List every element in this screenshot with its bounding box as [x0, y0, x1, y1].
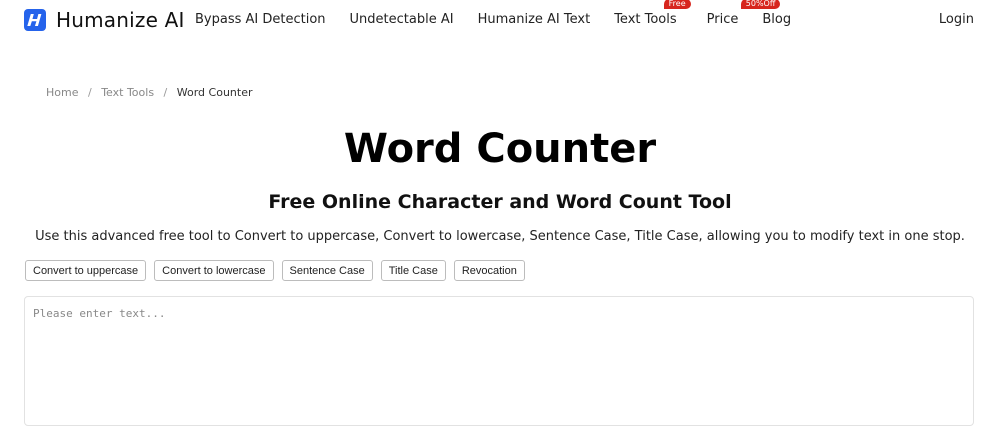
brand-logo[interactable]: Humanize AI [24, 8, 185, 32]
revocation-button[interactable]: Revocation [453, 260, 525, 281]
nav-text-tools[interactable]: Text Tools Free [614, 0, 691, 27]
discount-badge: 50%Off [740, 0, 781, 9]
free-badge: Free [663, 0, 691, 9]
title-case-button[interactable]: Title Case [380, 260, 446, 281]
breadcrumb: Home / Text Tools / Word Counter [46, 86, 253, 99]
convert-uppercase-button[interactable]: Convert to uppercase [25, 260, 147, 281]
nav-label: Undetectable AI [349, 12, 454, 27]
breadcrumb-home[interactable]: Home [46, 86, 78, 99]
nav-label: Blog [762, 12, 792, 27]
nav-blog[interactable]: Blog [762, 12, 791, 27]
nav-label: Text Tools [614, 12, 677, 27]
page-title: Word Counter [343, 126, 657, 172]
brand-name: Humanize AI [56, 8, 185, 32]
nav-undetectable-ai[interactable]: Undetectable AI [350, 12, 454, 27]
breadcrumb-text-tools[interactable]: Text Tools [101, 86, 154, 99]
nav-bypass-ai-detection[interactable]: Bypass AI Detection [195, 12, 326, 27]
sentence-case-button[interactable]: Sentence Case [281, 260, 373, 281]
breadcrumb-current: Word Counter [176, 86, 253, 99]
top-navbar: Humanize AI Bypass AI Detection Undetect… [0, 0, 1000, 38]
nav-price[interactable]: Price 50%Off [706, 0, 781, 27]
page-subtitle: Free Online Character and Word Count Too… [268, 191, 732, 213]
nav-label: Bypass AI Detection [195, 12, 326, 27]
login-link[interactable]: Login [939, 12, 974, 27]
nav-label: Humanize AI Text [477, 12, 591, 27]
text-input-area[interactable] [24, 296, 974, 426]
page-description: Use this advanced free tool to Convert t… [35, 229, 965, 244]
convert-lowercase-button[interactable]: Convert to lowercase [154, 260, 274, 281]
nav-label: Price [706, 12, 739, 27]
breadcrumb-separator: / [87, 86, 92, 99]
main-menu: Bypass AI Detection Undetectable AI Huma… [195, 0, 815, 27]
nav-humanize-ai-text[interactable]: Humanize AI Text [478, 12, 591, 27]
logo-icon [24, 9, 46, 31]
case-tools-toolbar: Convert to uppercase Convert to lowercas… [25, 260, 533, 281]
breadcrumb-separator: / [163, 86, 168, 99]
